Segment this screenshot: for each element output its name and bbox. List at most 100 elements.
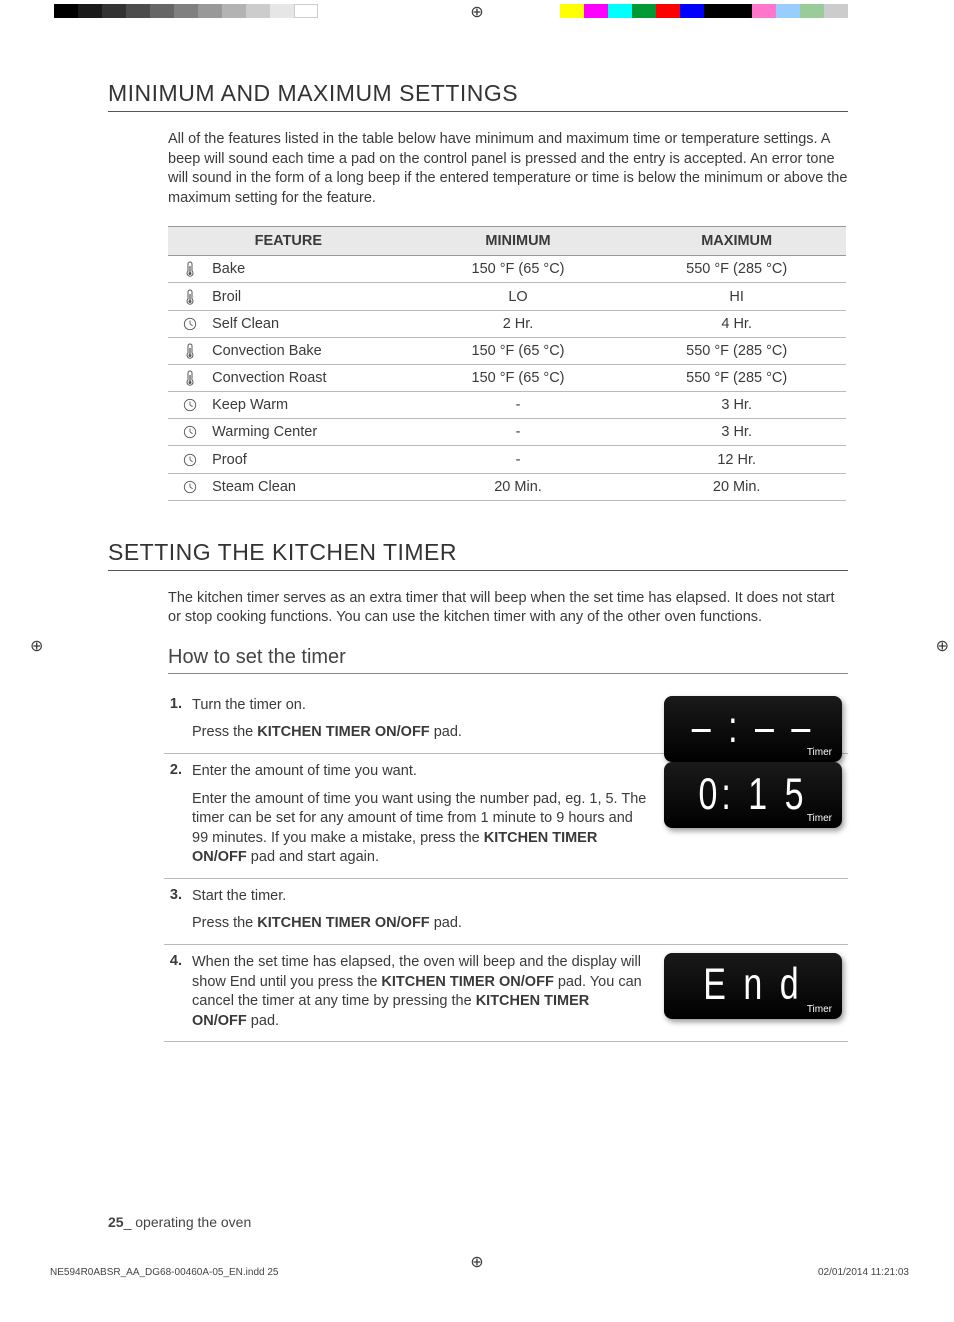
row-feature: Self Clean	[212, 310, 409, 337]
table-row: Steam Clean20 Min.20 Min.	[168, 473, 846, 500]
table-row: Keep Warm-3 Hr.	[168, 392, 846, 419]
registration-mark-icon: ⊕	[470, 2, 483, 22]
step-item: 4. When the set time has elapsed, the ove…	[164, 945, 848, 1042]
row-max: 550 °F (285 °C)	[627, 256, 846, 283]
cmyk-ramp	[560, 4, 848, 18]
display-value: E n d	[703, 961, 802, 1012]
oven-display: 0: 1 5Timer	[664, 762, 842, 828]
clock-icon	[183, 479, 197, 495]
step-item: 3. Start the timer. Press the KITCHEN TIME…	[164, 879, 848, 945]
display-label: Timer	[807, 1004, 832, 1015]
step-detail: Enter the amount of time you want using …	[192, 790, 648, 868]
indd-timestamp: 02/01/2014 11:21:03	[818, 1267, 909, 1278]
header-minimum: MINIMUM	[409, 227, 628, 256]
row-min: 150 °F (65 °C)	[409, 256, 628, 283]
step-title: Turn the timer on.	[192, 696, 648, 716]
thermometer-icon	[183, 370, 197, 386]
step-title: Enter the amount of time you want.	[192, 762, 648, 782]
section-title-timer: SETTING THE KITCHEN TIMER	[108, 539, 848, 571]
row-icon-cell	[168, 446, 212, 473]
step-title: Start the timer.	[192, 887, 848, 907]
thermometer-icon	[183, 261, 197, 277]
clock-icon	[183, 397, 197, 413]
row-max: 20 Min.	[627, 473, 846, 500]
step-detail: When the set time has elapsed, the oven …	[192, 953, 648, 1031]
row-max: 12 Hr.	[627, 446, 846, 473]
oven-display: E n d Timer	[664, 953, 842, 1019]
table-row: BroilLOHI	[168, 283, 846, 310]
section-title-minmax: MINIMUM AND MAXIMUM SETTINGS	[108, 80, 848, 112]
subsection-title-howto: How to set the timer	[168, 646, 848, 674]
table-row: Convection Bake150 °F (65 °C)550 °F (285…	[168, 337, 846, 364]
registration-mark-icon: ⊕	[30, 636, 43, 656]
table-row: Warming Center-3 Hr.	[168, 419, 846, 446]
oven-display: ‒ : ‒ ‒Timer	[664, 696, 842, 762]
step-detail: Press the KITCHEN TIMER ON/OFF pad.	[192, 914, 848, 934]
registration-mark-icon: ⊕	[936, 636, 949, 656]
display-value: ‒ : ‒ ‒	[692, 704, 815, 755]
registration-mark-icon: ⊕	[470, 1252, 483, 1272]
table-row: Bake150 °F (65 °C)550 °F (285 °C)	[168, 256, 846, 283]
row-max: 3 Hr.	[627, 419, 846, 446]
row-icon-cell	[168, 256, 212, 283]
page-number: 25	[108, 1214, 124, 1230]
gray-ramp	[54, 4, 318, 18]
row-icon-cell	[168, 473, 212, 500]
row-min: 150 °F (65 °C)	[409, 337, 628, 364]
page-content: MINIMUM AND MAXIMUM SETTINGS All of the …	[108, 80, 848, 1042]
row-max: 4 Hr.	[627, 310, 846, 337]
row-min: LO	[409, 283, 628, 310]
indd-filename: NE594R0ABSR_AA_DG68-00460A-05_EN.indd 25	[50, 1267, 278, 1278]
table-row: Proof-12 Hr.	[168, 446, 846, 473]
row-icon-cell	[168, 337, 212, 364]
row-max: 3 Hr.	[627, 392, 846, 419]
step-number: 3.	[164, 887, 182, 903]
row-icon-cell	[168, 310, 212, 337]
row-max: HI	[627, 283, 846, 310]
table-row: Self Clean2 Hr.4 Hr.	[168, 310, 846, 337]
printer-color-bars: ⊕	[0, 0, 954, 22]
row-max: 550 °F (285 °C)	[627, 337, 846, 364]
step-number: 2.	[164, 762, 182, 778]
row-feature: Broil	[212, 283, 409, 310]
display-label: Timer	[807, 813, 832, 824]
row-min: 2 Hr.	[409, 310, 628, 337]
row-min: -	[409, 446, 628, 473]
table-row: Convection Roast150 °F (65 °C)550 °F (28…	[168, 364, 846, 391]
row-min: 20 Min.	[409, 473, 628, 500]
row-feature: Bake	[212, 256, 409, 283]
row-feature: Warming Center	[212, 419, 409, 446]
row-feature: Proof	[212, 446, 409, 473]
clock-icon	[183, 424, 197, 440]
row-min: -	[409, 419, 628, 446]
clock-icon	[183, 316, 197, 332]
row-feature: Convection Roast	[212, 364, 409, 391]
clock-icon	[183, 451, 197, 467]
header-maximum: MAXIMUM	[627, 227, 846, 256]
row-feature: Steam Clean	[212, 473, 409, 500]
step-body: Start the timer. Press the KITCHEN TIMER …	[192, 887, 848, 934]
step-item: 2. Enter the amount of time you want. Ente…	[164, 754, 848, 879]
row-min: 150 °F (65 °C)	[409, 364, 628, 391]
row-icon-cell	[168, 419, 212, 446]
thermometer-icon	[183, 288, 197, 304]
step-detail: Press the KITCHEN TIMER ON/OFF pad.	[192, 723, 648, 743]
display-value: 0: 1 5	[698, 770, 807, 821]
row-feature: Convection Bake	[212, 337, 409, 364]
row-icon-cell	[168, 364, 212, 391]
thermometer-icon	[183, 343, 197, 359]
step-item: 1. Turn the timer on. Press the KITCHEN TI…	[164, 688, 848, 754]
row-feature: Keep Warm	[212, 392, 409, 419]
section-intro-timer: The kitchen timer serves as an extra tim…	[168, 589, 848, 628]
header-feature: FEATURE	[168, 227, 409, 256]
minmax-table: FEATURE MINIMUM MAXIMUM Bake150 °F (65 °…	[168, 226, 846, 501]
row-icon-cell	[168, 283, 212, 310]
step-number: 1.	[164, 696, 182, 712]
step-number: 4.	[164, 953, 182, 969]
row-min: -	[409, 392, 628, 419]
page-number-footer: 25_ operating the oven	[108, 1214, 251, 1230]
section-intro-minmax: All of the features listed in the table …	[168, 130, 848, 208]
page-section-label: _ operating the oven	[124, 1214, 252, 1230]
row-max: 550 °F (285 °C)	[627, 364, 846, 391]
row-icon-cell	[168, 392, 212, 419]
